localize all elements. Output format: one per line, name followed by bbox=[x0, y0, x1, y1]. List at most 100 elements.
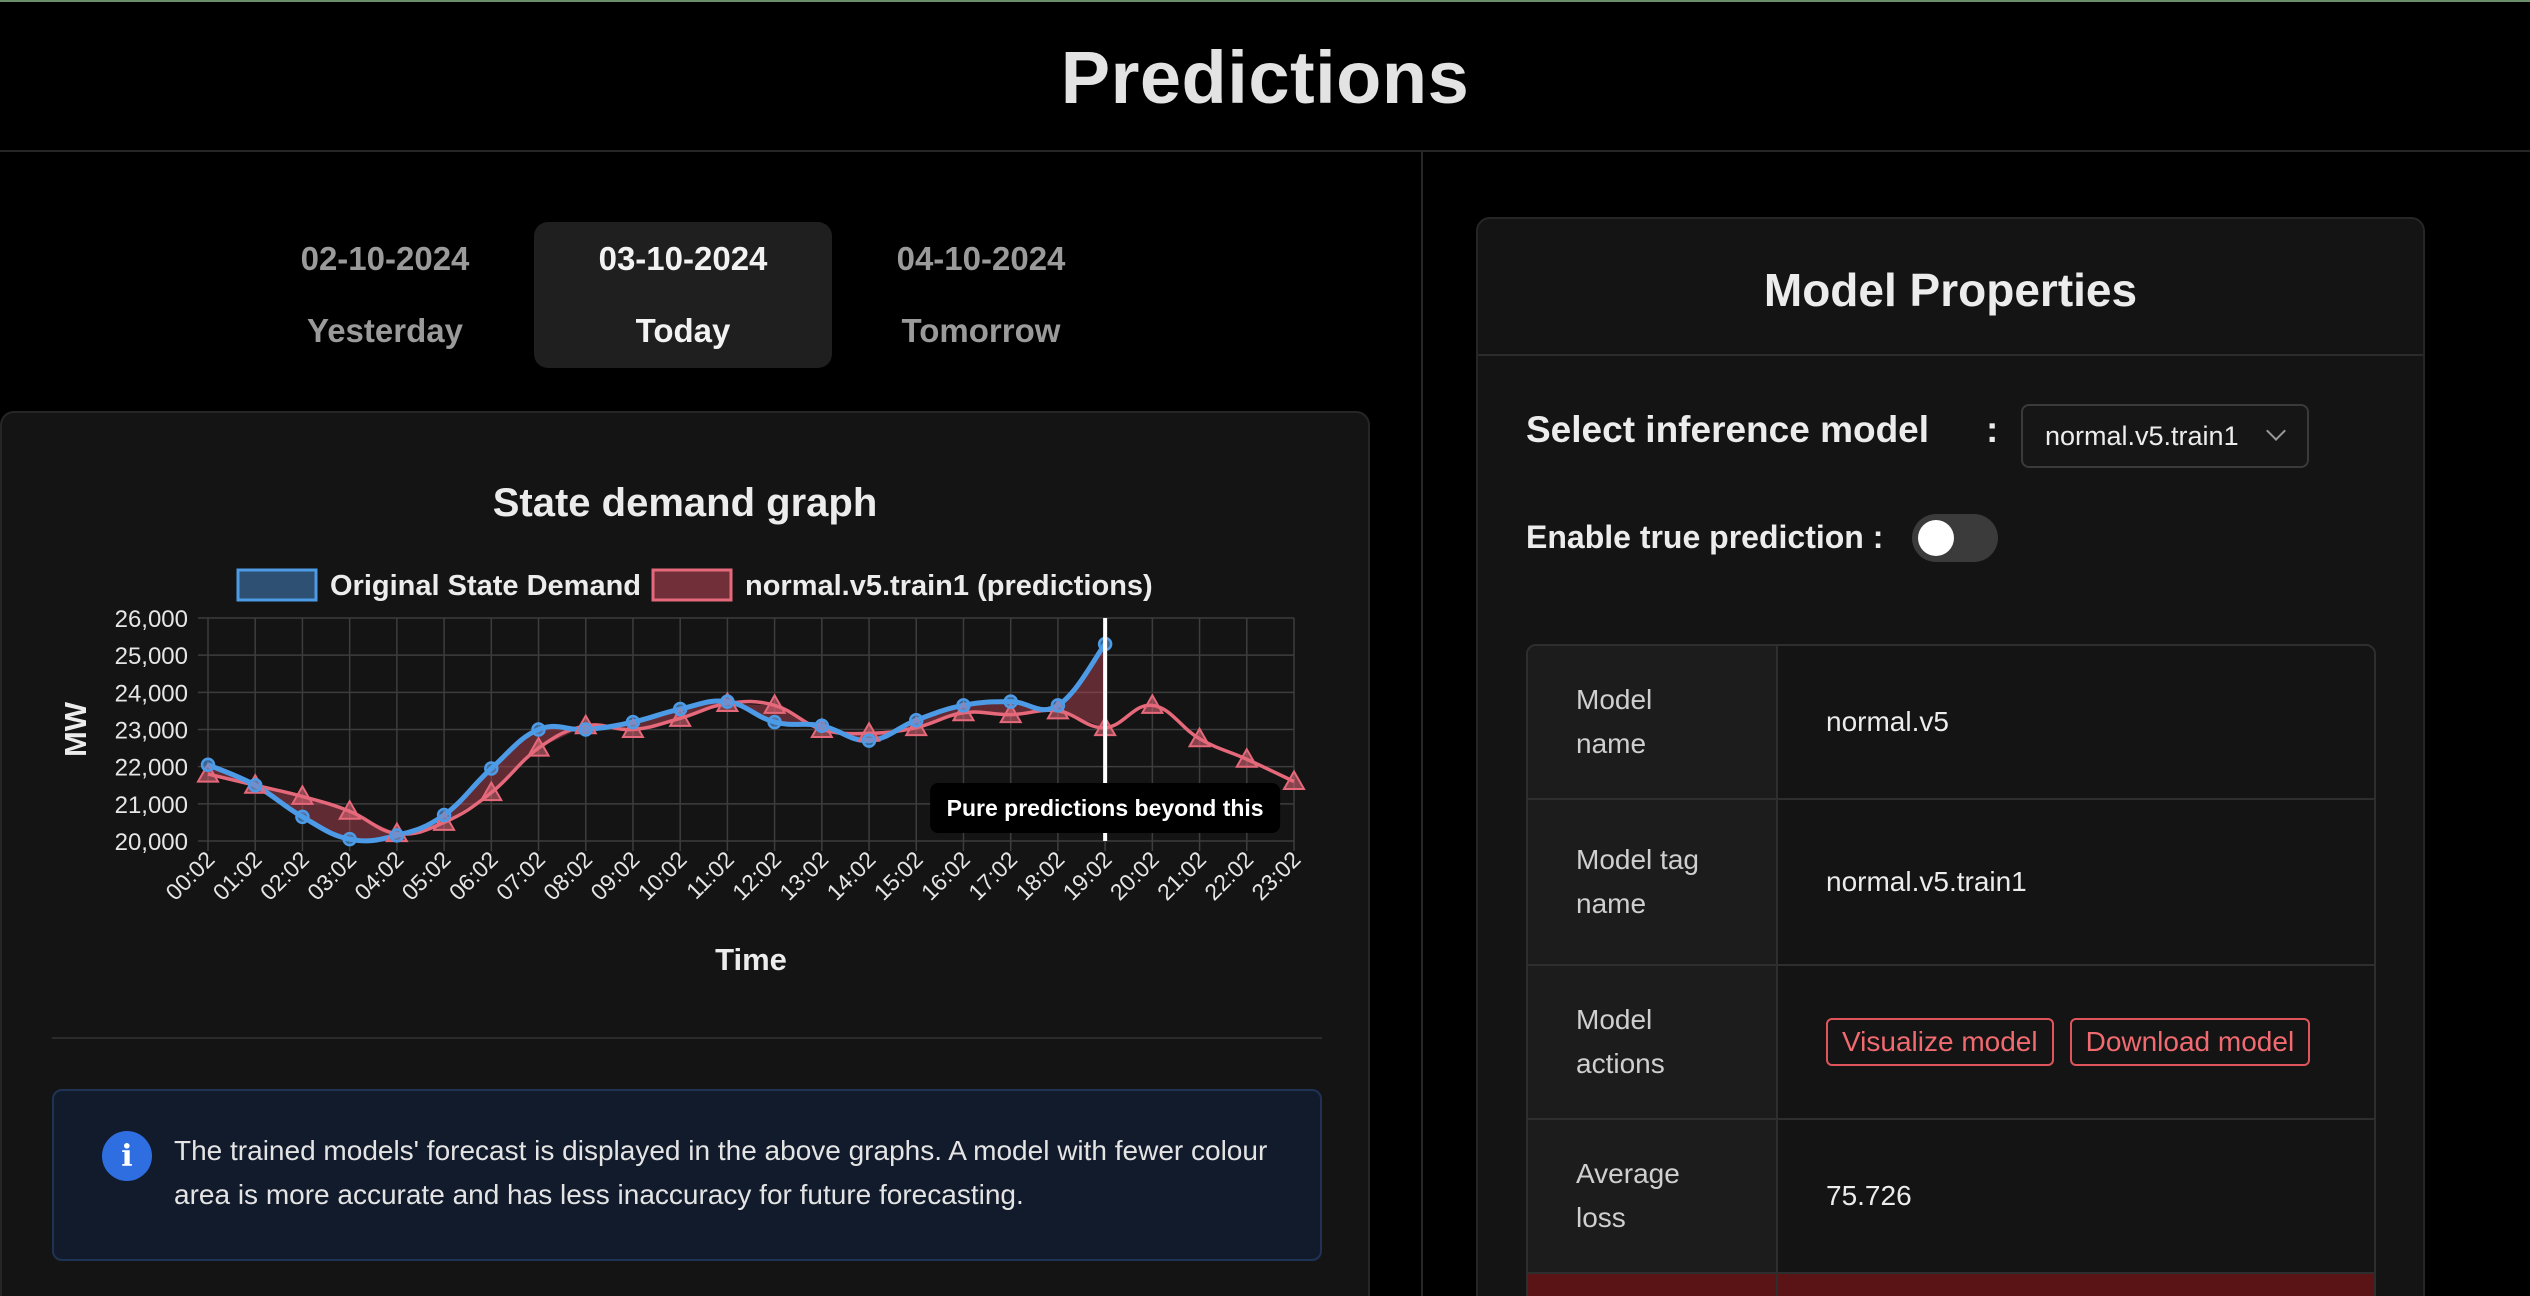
original-demand-point bbox=[436, 807, 452, 823]
y-tick-label: 26,000 bbox=[115, 606, 188, 633]
row-key-empty bbox=[1528, 1274, 1778, 1296]
annotation-text: Pure predictions beyond this bbox=[947, 795, 1264, 821]
legend-swatch-original bbox=[236, 568, 318, 602]
tab-yesterday[interactable]: 02-10-2024 Yesterday bbox=[236, 222, 534, 368]
original-demand-point bbox=[531, 722, 546, 737]
x-tick-label: 22:02 bbox=[1199, 846, 1258, 905]
visualize-model-button[interactable]: Visualize model bbox=[1826, 1018, 2054, 1066]
legend-swatch-prediction bbox=[651, 568, 733, 602]
table-row-model-name: Model name normal.v5 bbox=[1528, 646, 2374, 800]
original-demand-point bbox=[625, 714, 641, 730]
tab-today[interactable]: 03-10-2024 Today bbox=[534, 222, 832, 368]
row-key: Model tag name bbox=[1528, 800, 1778, 964]
chevron-down-icon bbox=[2266, 421, 2286, 441]
state-demand-chart: 20,000 21,000 22,000 23,000 24,000 25,000 26,0… bbox=[58, 568, 1306, 977]
original-demand-point bbox=[767, 714, 782, 730]
tab-date: 04-10-2024 bbox=[896, 240, 1066, 277]
y-tick-label: 24,000 bbox=[115, 680, 188, 707]
model-properties-title: Model Properties bbox=[1478, 219, 2423, 356]
x-tick-label: 16:02 bbox=[916, 846, 975, 905]
x-tick-label: 08:02 bbox=[538, 846, 597, 905]
original-demand-point bbox=[1050, 698, 1066, 713]
selected-model-value: normal.v5.train1 bbox=[2045, 420, 2239, 451]
x-tick-label: 20:02 bbox=[1105, 846, 1164, 905]
chart-card: State demand graph 20,000 21,000 22,000 23,… bbox=[0, 411, 1370, 1296]
prediction-point bbox=[1282, 769, 1306, 791]
date-tabs: 02-10-2024 Yesterday 03-10-2024 Today 04… bbox=[236, 222, 1130, 368]
info-text: The trained models' forecast is displaye… bbox=[174, 1135, 1268, 1210]
model-properties-card: Model Properties Select inference model … bbox=[1476, 217, 2425, 1296]
original-demand-point bbox=[578, 722, 593, 737]
tab-day-label: Tomorrow bbox=[901, 312, 1061, 349]
row-key: Average loss bbox=[1528, 1120, 1778, 1272]
table-row-model-actions: Model actions Visualize model Download m… bbox=[1528, 966, 2374, 1120]
model-properties-table: Model name normal.v5 Model tag name norm… bbox=[1526, 644, 2376, 1296]
info-icon: i bbox=[102, 1131, 152, 1181]
card-divider bbox=[52, 1037, 1322, 1039]
row-value: normal.v5.train1 bbox=[1826, 866, 2027, 897]
x-axis-title: Time bbox=[715, 942, 787, 977]
legend-label-prediction: normal.v5.train1 (predictions) bbox=[745, 570, 1153, 602]
original-demand-point bbox=[1003, 694, 1018, 709]
true-prediction-label: Enable true prediction : bbox=[1526, 519, 1884, 555]
y-tick-label: 21,000 bbox=[115, 792, 188, 819]
true-prediction-toggle[interactable] bbox=[1912, 514, 1998, 562]
x-tick-label: 12:02 bbox=[727, 846, 786, 905]
x-tick-label: 03:02 bbox=[302, 846, 361, 905]
tab-date: 03-10-2024 bbox=[598, 240, 768, 277]
x-tick-label: 02:02 bbox=[255, 846, 314, 905]
x-tick-label: 18:02 bbox=[1010, 846, 1069, 905]
y-tick-label: 22,000 bbox=[115, 755, 188, 782]
x-tick-label: 11:02 bbox=[681, 846, 739, 904]
x-tick-label: 21:02 bbox=[1152, 846, 1211, 905]
page-header: Predictions bbox=[0, 0, 2530, 152]
x-tick-label: 15:02 bbox=[869, 846, 928, 905]
x-tick-label: 07:02 bbox=[491, 846, 550, 905]
original-demand-point bbox=[295, 809, 310, 825]
table-row-average-loss: Average loss 75.726 bbox=[1528, 1120, 2374, 1274]
original-demand-point bbox=[342, 831, 357, 847]
y-tick-label: 25,000 bbox=[115, 643, 188, 670]
row-value: 75.726 bbox=[1826, 1180, 1912, 1211]
page-title: Predictions bbox=[1060, 35, 1470, 119]
x-tick-label: 10:02 bbox=[633, 846, 692, 905]
original-demand-point bbox=[389, 828, 405, 843]
row-value-empty bbox=[1778, 1274, 2374, 1296]
y-tick-label: 20,000 bbox=[115, 829, 188, 856]
row-key: Model name bbox=[1528, 646, 1778, 798]
tab-tomorrow[interactable]: 04-10-2024 Tomorrow bbox=[832, 222, 1130, 368]
x-tick-label: 17:02 bbox=[963, 846, 1022, 905]
original-demand-point bbox=[672, 701, 688, 717]
select-model-label: Select inference model bbox=[1526, 409, 1930, 450]
toggle-knob bbox=[1918, 520, 1954, 556]
original-demand-point bbox=[814, 718, 830, 734]
x-tick-label: 05:02 bbox=[397, 846, 456, 905]
select-colon: : bbox=[1986, 409, 1999, 450]
x-tick-label: 14:02 bbox=[821, 846, 880, 905]
inference-model-select[interactable]: normal.v5.train1 bbox=[2021, 404, 2309, 468]
x-tick-label: 04:02 bbox=[349, 846, 408, 905]
prediction-point bbox=[1187, 726, 1212, 748]
original-demand-point bbox=[909, 712, 924, 728]
x-tick-label: 09:02 bbox=[585, 846, 644, 905]
original-demand-point bbox=[956, 698, 971, 713]
original-demand-point bbox=[200, 757, 216, 773]
download-model-button[interactable]: Download model bbox=[2069, 1018, 2311, 1066]
original-demand-point bbox=[861, 733, 877, 748]
x-tick-label: 19:02 bbox=[1058, 846, 1117, 905]
original-demand-point bbox=[484, 761, 499, 776]
y-tick-label: 23,000 bbox=[115, 718, 188, 745]
column-divider bbox=[1421, 152, 1423, 1296]
tab-day-label: Yesterday bbox=[307, 312, 463, 349]
row-key: Model actions bbox=[1528, 966, 1778, 1118]
tab-date: 02-10-2024 bbox=[300, 240, 470, 277]
x-tick-label: 01:02 bbox=[208, 846, 267, 905]
y-axis-title: MW bbox=[58, 701, 93, 757]
table-row-model-tag-name: Model tag name normal.v5.train1 bbox=[1528, 800, 2374, 966]
x-tick-label: 13:02 bbox=[774, 846, 833, 905]
info-alert: i The trained models' forecast is displa… bbox=[52, 1089, 1322, 1261]
table-row-partial bbox=[1528, 1274, 2374, 1296]
original-demand-point bbox=[247, 778, 263, 793]
tab-day-label: Today bbox=[635, 312, 731, 349]
x-tick-label: 23:02 bbox=[1246, 846, 1305, 905]
